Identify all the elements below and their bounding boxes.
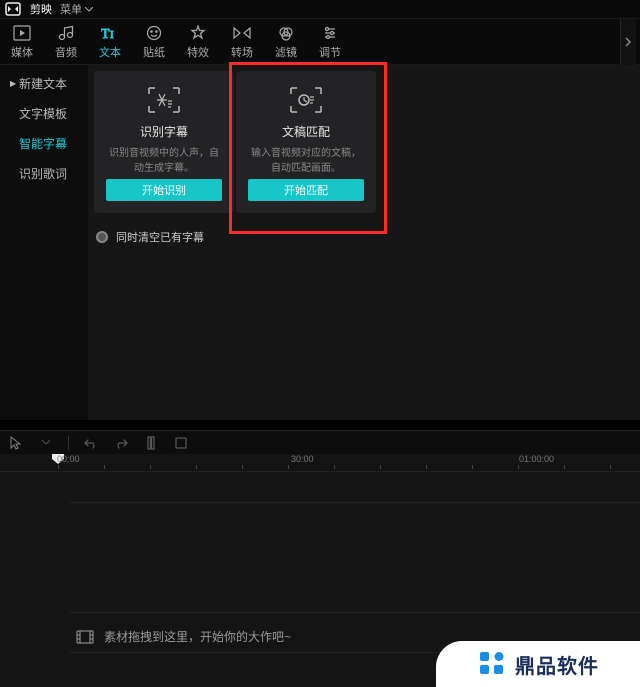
tab-effect[interactable]: 特效 (180, 24, 216, 60)
tab-adjust[interactable]: 调节 (312, 24, 348, 60)
tab-media[interactable]: 媒体 (4, 24, 40, 60)
tab-sticker[interactable]: 贴纸 (136, 24, 172, 60)
menu-dropdown[interactable]: 菜单 (60, 1, 93, 17)
card-script-match: 文稿匹配 输入音视频对应的文稿，自动匹配画面。 开始匹配 (236, 71, 376, 213)
svg-text:I: I (110, 29, 114, 41)
delete-button[interactable] (173, 435, 189, 451)
sidebar-item-recognize-lyrics[interactable]: 识别歌词 (0, 158, 88, 188)
menu-label: 菜单 (60, 1, 82, 17)
card-title: 文稿匹配 (282, 123, 330, 140)
text-sidebar: ▶ 新建文本 文字模板 智能字幕 识别歌词 (0, 65, 88, 420)
sidebar-item-smart-subtitle[interactable]: 智能字幕 (0, 128, 88, 158)
watermark-logo-icon (477, 649, 507, 679)
svg-text:T: T (101, 27, 110, 41)
pointer-tool[interactable] (8, 435, 24, 451)
undo-button[interactable] (83, 435, 99, 451)
watermark-text: 鼎品软件 (515, 650, 599, 679)
audio-icon (58, 24, 74, 42)
start-match-button[interactable]: 开始匹配 (248, 179, 364, 201)
card-recognize-subtitle: 识别字幕 识别音视频中的人声，自动生成字幕。 开始识别 (94, 71, 234, 213)
clear-subtitles-label: 同时清空已有字幕 (116, 229, 204, 245)
media-icon (13, 24, 31, 42)
chevron-down-icon (85, 3, 93, 15)
sticker-icon (146, 24, 162, 42)
film-icon (76, 630, 94, 644)
sidebar-item-new-text[interactable]: ▶ 新建文本 (0, 68, 88, 98)
text-icon: TI (101, 24, 119, 42)
drop-hint-text: 素材拖拽到这里，开始你的大作吧~ (104, 628, 291, 645)
radio-icon (96, 231, 108, 243)
subtitle-recognition-icon (147, 85, 181, 115)
card-description: 输入音视频对应的文稿，自动匹配画面。 (248, 146, 364, 176)
pointer-dropdown-icon[interactable] (38, 435, 54, 451)
timeline-toolbar (0, 430, 640, 454)
script-match-icon (289, 85, 323, 115)
caret-right-icon: ▶ (10, 79, 16, 88)
adjust-icon (322, 24, 338, 42)
split-button[interactable] (143, 435, 159, 451)
tabs-overflow[interactable] (620, 19, 636, 65)
card-description: 识别音视频中的人声，自动生成字幕。 (106, 146, 222, 176)
watermark: 鼎品软件 (436, 641, 640, 687)
clear-subtitles-option[interactable]: 同时清空已有字幕 (94, 229, 634, 245)
sidebar-item-text-template[interactable]: 文字模板 (0, 98, 88, 128)
tab-transition[interactable]: 转场 (224, 24, 260, 60)
tab-text[interactable]: TI 文本 (92, 24, 128, 60)
main-panel: ▶ 新建文本 文字模板 智能字幕 识别歌词 (0, 64, 640, 420)
ruler-label: 01:00:00 (516, 454, 554, 472)
card-title: 识别字幕 (140, 123, 188, 140)
filter-icon (278, 24, 294, 42)
start-recognize-button[interactable]: 开始识别 (106, 179, 222, 201)
tab-filter[interactable]: 滤镜 (268, 24, 304, 60)
effect-icon (190, 24, 206, 42)
content-area: 识别字幕 识别音视频中的人声，自动生成字幕。 开始识别 文稿匹配 输入音视频对应… (88, 65, 640, 420)
empty-timeline-hint: 素材拖拽到这里，开始你的大作吧~ (76, 628, 291, 645)
timeline-ruler[interactable]: 00:00 30:00 01:00:00 (0, 454, 640, 472)
ruler-label: 00:00 (54, 454, 80, 472)
tool-tabs-bar: 媒体 音频 TI 文本 贴纸 特效 转场 滤镜 调节 (0, 18, 640, 64)
app-title: 剪映 (30, 1, 52, 17)
redo-button[interactable] (113, 435, 129, 451)
transition-icon (233, 24, 251, 42)
app-logo-icon (4, 2, 22, 16)
ruler-label: 30:00 (288, 454, 314, 472)
tab-audio[interactable]: 音频 (48, 24, 84, 60)
